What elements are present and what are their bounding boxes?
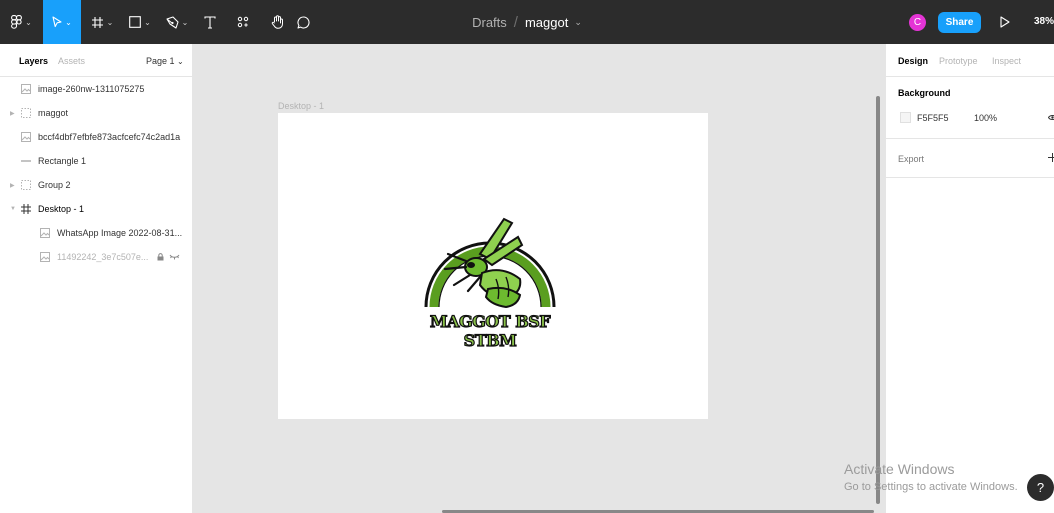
image-layer-icon (21, 84, 31, 94)
layer-label: image-260nw-1311075275 (38, 84, 145, 94)
shape-tool-button[interactable]: ⌄ (124, 0, 156, 44)
layer-row[interactable]: WhatsApp Image 2022-08-31... (0, 221, 193, 245)
background-swatch[interactable] (900, 112, 911, 123)
logo-text: MAGGOT BSF STBM (429, 311, 551, 350)
properties-panel: Design Prototype Inspect Background F5F5… (885, 44, 1054, 513)
layer-label: maggot (38, 108, 69, 118)
export-title: Export (898, 154, 925, 164)
layers-panel: Layers Assets Page 1 ⌄ image-260nw-13110… (0, 44, 193, 513)
left-panel-tabs: Layers Assets Page 1 ⌄ (0, 44, 192, 77)
caret-down-icon[interactable]: ▼ (10, 206, 16, 212)
layer-label: Group 2 (38, 180, 71, 190)
layer-label: Rectangle 1 (38, 156, 87, 166)
chevron-down-icon: ⌄ (106, 17, 114, 27)
top-toolbar: ⌄ ⌄ ⌄ ⌄ ⌄ Drafts / maggot ⌄ C Share 38% (0, 0, 1054, 44)
plus-icon[interactable] (1048, 153, 1054, 162)
activate-windows-title: Activate Windows (844, 461, 955, 477)
chevron-down-icon: ⌄ (177, 57, 184, 66)
hand-tool-icon (271, 15, 283, 29)
group-layer-icon (21, 108, 31, 118)
shape-tool-icon (129, 16, 141, 28)
move-tool-icon (52, 16, 62, 28)
file-name[interactable]: maggot (525, 15, 568, 30)
frame-tool-button[interactable]: ⌄ (87, 0, 117, 44)
frame-layer-icon (21, 204, 31, 214)
background-hex-input[interactable]: F5F5F5 (917, 113, 949, 123)
layer-row[interactable]: image-260nw-1311075275 (0, 77, 193, 101)
image-layer-icon (21, 132, 31, 142)
canvas[interactable]: Desktop - 1 MAGGOT BSF STBM (194, 44, 884, 513)
lock-icon[interactable] (157, 253, 164, 261)
avatar[interactable]: C (909, 14, 926, 31)
tab-inspect[interactable]: Inspect (992, 56, 1021, 66)
pen-tool-button[interactable]: ⌄ (160, 0, 194, 44)
layer-row[interactable]: ▶ maggot (0, 101, 193, 125)
layer-row[interactable]: 11492242_3e7c507e... (0, 245, 193, 269)
activate-windows-subtitle: Go to Settings to activate Windows. (844, 481, 1018, 493)
figma-app: ⌄ ⌄ ⌄ ⌄ ⌄ Drafts / maggot ⌄ C Share 38% … (0, 0, 1054, 513)
eye-icon[interactable] (1048, 114, 1054, 121)
tab-layers[interactable]: Layers (19, 56, 48, 66)
present-button[interactable] (999, 14, 1011, 30)
page-selector[interactable]: Page 1 ⌄ (146, 56, 184, 66)
hand-tool-button[interactable] (266, 0, 288, 44)
zoom-level[interactable]: 38% (1034, 16, 1054, 27)
frame-label[interactable]: Desktop - 1 (278, 101, 324, 111)
comment-tool-icon (296, 15, 310, 29)
resources-button[interactable] (233, 0, 253, 44)
breadcrumb-drafts[interactable]: Drafts (472, 15, 507, 30)
chevron-down-icon: ⌄ (65, 17, 72, 27)
play-icon (1000, 16, 1010, 28)
background-opacity-input[interactable]: 100% (974, 113, 997, 123)
tab-assets[interactable]: Assets (58, 56, 85, 66)
figma-menu-icon (11, 15, 23, 29)
desktop-frame[interactable]: MAGGOT BSF STBM (278, 113, 708, 419)
tab-prototype[interactable]: Prototype (939, 56, 978, 66)
layer-row[interactable]: ▶ Group 2 (0, 173, 193, 197)
chevron-down-icon: ⌄ (144, 17, 151, 27)
page-label: Page 1 (146, 56, 175, 66)
pen-tool-icon (166, 15, 179, 29)
rectangle-layer-icon (21, 160, 31, 162)
caret-right-icon[interactable]: ▶ (10, 182, 15, 189)
share-button[interactable]: Share (938, 12, 981, 33)
comment-tool-button[interactable] (292, 0, 314, 44)
layer-row[interactable]: bccf4dbf7efbfe873acfcefc74c2ad1a (0, 125, 193, 149)
chevron-down-icon: ⌄ (181, 17, 189, 27)
layer-label: bccf4dbf7efbfe873acfcefc74c2ad1a (38, 132, 181, 142)
layer-row[interactable]: Rectangle 1 (0, 149, 193, 173)
eye-hidden-icon[interactable] (169, 254, 180, 260)
export-section: Export (886, 139, 1054, 178)
right-panel-tabs: Design Prototype Inspect (886, 44, 1054, 77)
maggot-logo[interactable]: MAGGOT BSF STBM (410, 199, 570, 351)
group-layer-icon (21, 180, 31, 190)
help-button[interactable]: ? (1027, 474, 1054, 501)
file-breadcrumb: Drafts / maggot ⌄ (0, 0, 1054, 44)
vertical-scrollbar[interactable] (876, 96, 880, 504)
image-layer-icon (40, 228, 50, 238)
layer-label: WhatsApp Image 2022-08-31... (57, 228, 183, 238)
layer-label: 11492242_3e7c507e... (57, 252, 149, 262)
caret-right-icon[interactable]: ▶ (10, 110, 15, 117)
frame-tool-icon (91, 16, 103, 28)
chevron-down-icon: ⌄ (25, 17, 32, 27)
image-layer-icon (40, 252, 50, 262)
breadcrumb-separator: / (513, 13, 518, 31)
background-section: Background F5F5F5 100% (886, 77, 1054, 139)
move-tool-button[interactable]: ⌄ (43, 0, 81, 44)
chevron-down-icon[interactable]: ⌄ (574, 17, 582, 28)
resources-icon (237, 16, 249, 28)
layer-label: Desktop - 1 (38, 204, 85, 214)
background-title: Background (898, 88, 951, 98)
main-menu-button[interactable]: ⌄ (0, 0, 43, 44)
text-tool-button[interactable] (200, 0, 220, 44)
tab-design[interactable]: Design (898, 56, 928, 66)
layer-row[interactable]: ▼ Desktop - 1 (0, 197, 193, 221)
text-tool-icon (204, 15, 216, 29)
